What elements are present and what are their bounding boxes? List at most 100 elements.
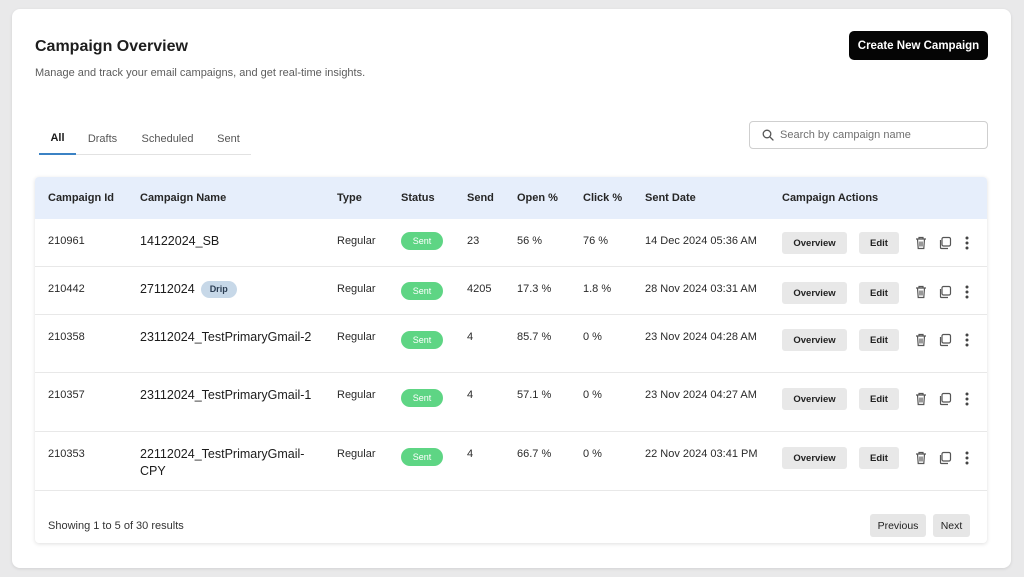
overview-button[interactable]: Overview	[782, 282, 847, 304]
sent-date: 28 Nov 2024 03:31 AM	[645, 283, 757, 295]
campaign-id: 210353	[48, 448, 85, 460]
trash-icon[interactable]	[913, 332, 929, 348]
more-vertical-icon[interactable]	[959, 332, 975, 348]
campaign-overview-card: Campaign Overview Manage and track your …	[12, 9, 1011, 568]
edit-button[interactable]: Edit	[859, 388, 899, 410]
edit-button[interactable]: Edit	[859, 282, 899, 304]
campaign-name[interactable]: 14122024_SB	[140, 233, 320, 250]
sent-date: 23 Nov 2024 04:28 AM	[645, 331, 757, 343]
open-rate: 57.1 %	[517, 389, 552, 401]
tab-drafts[interactable]: Drafts	[76, 123, 129, 154]
table-row: 210357 23112024_TestPrimaryGmail-1 Regul…	[35, 373, 987, 432]
send-count: 4205	[467, 283, 492, 295]
copy-icon[interactable]	[937, 391, 953, 407]
tab-sent[interactable]: Sent	[206, 123, 251, 154]
overview-button[interactable]: Overview	[782, 388, 847, 410]
campaign-table: Campaign Id Campaign Name Type Status Se…	[35, 177, 987, 543]
trash-icon[interactable]	[913, 391, 929, 407]
tab-scheduled[interactable]: Scheduled	[129, 123, 206, 154]
column-header-click[interactable]: Click %	[583, 177, 622, 219]
click-rate: 76 %	[583, 235, 609, 247]
campaign-name-text[interactable]: 23112024_TestPrimaryGmail-1	[140, 388, 311, 402]
campaign-name[interactable]: 23112024_TestPrimaryGmail-1	[140, 387, 320, 404]
click-rate: 0 %	[583, 331, 602, 343]
copy-icon[interactable]	[937, 235, 953, 251]
page-title: Campaign Overview	[35, 38, 188, 55]
table-row: 210353 22112024_TestPrimaryGmail-CPY Reg…	[35, 432, 987, 491]
campaign-name-text[interactable]: 23112024_TestPrimaryGmail-2	[140, 330, 311, 344]
sent-date: 22 Nov 2024 03:41 PM	[645, 448, 758, 460]
campaign-type: Regular	[337, 389, 376, 401]
status-badge: Sent	[401, 331, 443, 349]
status-badge: Sent	[401, 389, 443, 407]
campaign-name[interactable]: 27112024 Drip	[140, 281, 320, 298]
trash-icon[interactable]	[913, 450, 929, 466]
next-page-button[interactable]: Next	[933, 514, 970, 537]
more-vertical-icon[interactable]	[959, 284, 975, 300]
column-header-type[interactable]: Type	[337, 177, 362, 219]
sent-date: 14 Dec 2024 05:36 AM	[645, 235, 757, 247]
campaign-id: 210961	[48, 235, 85, 247]
click-rate: 0 %	[583, 448, 602, 460]
column-header-campaign-name[interactable]: Campaign Name	[140, 177, 226, 219]
open-rate: 66.7 %	[517, 448, 552, 460]
campaign-id: 210358	[48, 331, 85, 343]
more-vertical-icon[interactable]	[959, 235, 975, 251]
status-badge: Sent	[401, 232, 443, 250]
click-rate: 1.8 %	[583, 283, 612, 295]
send-count: 4	[467, 331, 474, 343]
search-box	[749, 121, 988, 149]
page-subtitle: Manage and track your email campaigns, a…	[35, 67, 366, 79]
open-rate: 17.3 %	[517, 283, 552, 295]
campaign-type: Regular	[337, 448, 376, 460]
status-badge: Sent	[401, 282, 443, 300]
campaign-name[interactable]: 23112024_TestPrimaryGmail-2	[140, 329, 320, 346]
campaign-type: Regular	[337, 331, 376, 343]
column-header-status[interactable]: Status	[401, 177, 435, 219]
campaign-type: Regular	[337, 283, 376, 295]
sent-date: 23 Nov 2024 04:27 AM	[645, 389, 757, 401]
copy-icon[interactable]	[937, 284, 953, 300]
table-row: 210961 14122024_SB Regular Sent 23 56 % …	[35, 219, 987, 267]
open-rate: 56 %	[517, 235, 543, 247]
column-header-open[interactable]: Open %	[517, 177, 558, 219]
column-header-campaign-id[interactable]: Campaign Id	[48, 177, 114, 219]
campaign-name-text[interactable]: 14122024_SB	[140, 234, 219, 248]
click-rate: 0 %	[583, 389, 602, 401]
table-header: Campaign Id Campaign Name Type Status Se…	[35, 177, 987, 219]
column-header-campaign-actions: Campaign Actions	[782, 192, 879, 204]
drip-badge: Drip	[200, 281, 237, 298]
campaign-id: 210357	[48, 389, 85, 401]
campaign-id: 210442	[48, 283, 85, 295]
status-badge: Sent	[401, 448, 443, 466]
column-header-sent-date[interactable]: Sent Date	[645, 177, 696, 219]
overview-button[interactable]: Overview	[782, 447, 847, 469]
overview-button[interactable]: Overview	[782, 329, 847, 351]
create-campaign-button[interactable]: Create New Campaign	[849, 31, 988, 60]
tab-all[interactable]: All	[39, 123, 76, 155]
campaign-name-text[interactable]: 22112024_TestPrimaryGmail-CPY	[140, 447, 304, 478]
trash-icon[interactable]	[913, 235, 929, 251]
open-rate: 85.7 %	[517, 331, 552, 343]
more-vertical-icon[interactable]	[959, 450, 975, 466]
trash-icon[interactable]	[913, 284, 929, 300]
campaign-name-text[interactable]: 27112024	[140, 282, 195, 296]
column-header-send[interactable]: Send	[467, 177, 494, 219]
previous-page-button[interactable]: Previous	[870, 514, 926, 537]
edit-button[interactable]: Edit	[859, 232, 899, 254]
more-vertical-icon[interactable]	[959, 391, 975, 407]
campaign-name[interactable]: 22112024_TestPrimaryGmail-CPY	[140, 446, 320, 480]
search-input[interactable]	[780, 129, 980, 141]
edit-button[interactable]: Edit	[859, 447, 899, 469]
send-count: 4	[467, 448, 474, 460]
search-icon	[762, 129, 774, 141]
copy-icon[interactable]	[937, 450, 953, 466]
send-count: 4	[467, 389, 474, 401]
campaign-tabs: All Drafts Scheduled Sent	[39, 123, 251, 155]
edit-button[interactable]: Edit	[859, 329, 899, 351]
send-count: 23	[467, 235, 480, 247]
table-row: 210358 23112024_TestPrimaryGmail-2 Regul…	[35, 315, 987, 373]
overview-button[interactable]: Overview	[782, 232, 847, 254]
table-row: 210442 27112024 Drip Regular Sent 4205 17…	[35, 267, 987, 315]
copy-icon[interactable]	[937, 332, 953, 348]
